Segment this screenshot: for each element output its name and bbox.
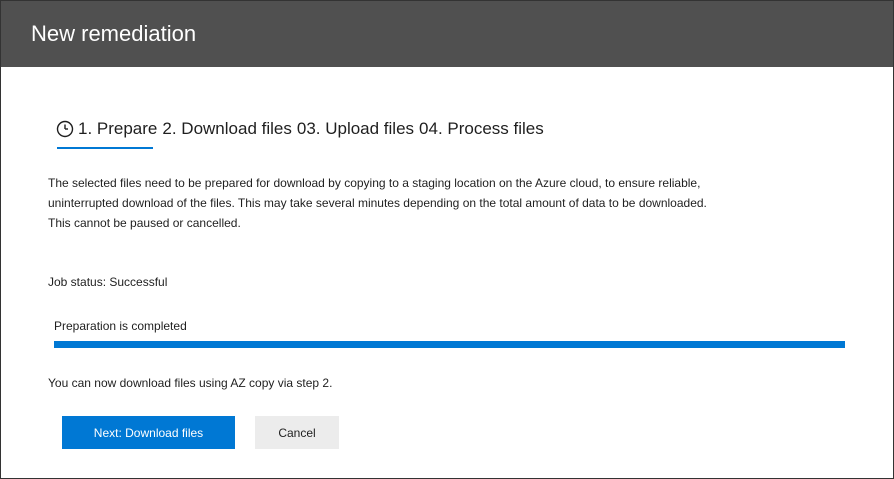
step-download-files[interactable]: 2. Download files: [162, 119, 291, 139]
description-line: This cannot be paused or cancelled.: [48, 216, 241, 230]
step-indicator: 1. Prepare 2. Download files 03. Upload …: [56, 119, 549, 139]
step-prepare[interactable]: 1. Prepare: [78, 119, 157, 139]
description: The selected files need to be prepared f…: [48, 173, 768, 233]
step-process-files[interactable]: 04. Process files: [419, 119, 544, 139]
dialog-header: New remediation: [1, 1, 893, 67]
preparation-label: Preparation is completed: [54, 319, 187, 333]
next-download-files-button[interactable]: Next: Download files: [62, 416, 235, 449]
description-line: uninterrupted download of the files. Thi…: [48, 196, 707, 210]
job-status: Job status: Successful: [48, 275, 168, 289]
dialog-title: New remediation: [31, 21, 197, 46]
remediation-dialog: New remediation 1. Prepare 2. Download f…: [0, 0, 894, 479]
cancel-button[interactable]: Cancel: [255, 416, 339, 449]
next-step-note: You can now download files using AZ copy…: [48, 376, 333, 390]
description-line: The selected files need to be prepared f…: [48, 176, 701, 190]
active-step-underline: [57, 147, 153, 149]
clock-icon: [56, 120, 74, 138]
progress-bar-fill: [54, 341, 845, 348]
step-upload-files[interactable]: 03. Upload files: [297, 119, 414, 139]
progress-bar: [54, 341, 845, 348]
